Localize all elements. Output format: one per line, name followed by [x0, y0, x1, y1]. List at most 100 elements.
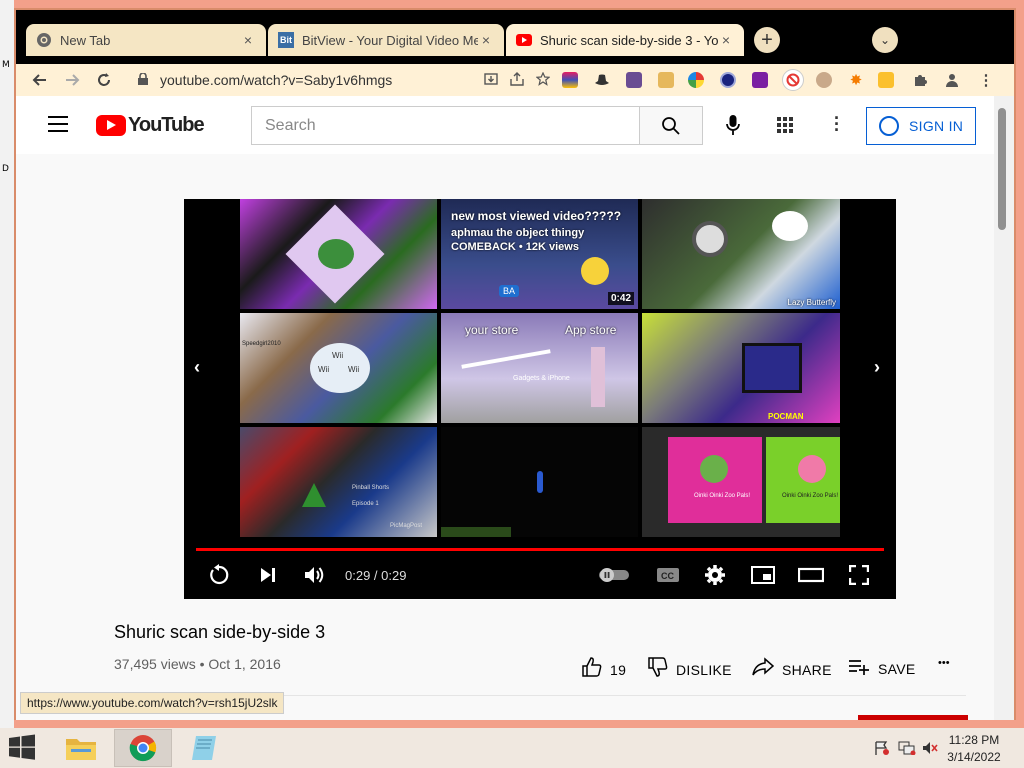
youtube-header: YouTube Search · · · SIGN IN	[16, 96, 994, 154]
fullscreen-icon[interactable]	[846, 562, 872, 588]
more-actions-button[interactable]: •••	[938, 657, 950, 669]
duration-badge: 0:42	[607, 292, 634, 305]
thumbnail-tile	[240, 199, 437, 309]
close-icon[interactable]: ×	[240, 32, 256, 48]
close-icon[interactable]: ×	[718, 32, 734, 48]
new-tab-button[interactable]: +	[754, 27, 780, 53]
chrome-taskbar-icon[interactable]	[114, 729, 172, 767]
extension-icon-1[interactable]	[562, 72, 578, 88]
progress-bar[interactable]	[196, 548, 884, 551]
miniplayer-icon[interactable]	[750, 562, 776, 588]
tab-new-tab[interactable]: New Tab ×	[26, 24, 266, 56]
tile-text: new most viewed video?????	[451, 209, 622, 223]
share-icon[interactable]	[510, 71, 524, 89]
puzzle-extensions-icon[interactable]	[912, 72, 928, 88]
like-button[interactable]: 19	[582, 657, 626, 682]
notepad-icon[interactable]	[176, 729, 234, 767]
save-button[interactable]: SAVE	[848, 657, 916, 680]
desktop-icon-label: M	[2, 60, 10, 70]
dog-extension-icon[interactable]	[816, 72, 832, 88]
search-icon	[662, 116, 680, 135]
video-player[interactable]: new most viewed video????? aphmau the ob…	[184, 199, 896, 599]
svg-text:CC: CC	[661, 571, 674, 581]
browser-toolbar: youtube.com/watch?v=Saby1v6hmgs ✸ ⋮	[16, 64, 1014, 96]
browser-menu-icon[interactable]: ⋮	[978, 72, 994, 89]
install-icon[interactable]	[484, 72, 498, 89]
tab-strip: New Tab × Bit BitView - Your Digital Vid…	[16, 10, 1014, 64]
tab-title: BitView - Your Digital Video Megaplex	[302, 32, 478, 48]
share-button[interactable]: SHARE	[752, 657, 832, 682]
microphone-icon[interactable]	[722, 112, 744, 138]
creature-extension-icon[interactable]	[626, 72, 642, 88]
subscribe-button-peek[interactable]	[858, 715, 968, 720]
time-display: 0:29 / 0:29	[345, 568, 407, 583]
captions-icon[interactable]: CC	[654, 562, 682, 588]
scrollbar-thumb[interactable]	[998, 108, 1006, 230]
thumbnail-tile: Oinki Oinki Zoo Pals! Oinki Oinki Zoo Pa…	[642, 427, 840, 537]
next-video-icon[interactable]	[256, 562, 280, 588]
view-count-date: 37,495 views • Oct 1, 2016	[114, 656, 281, 672]
video-title: Shuric scan side-by-side 3	[114, 622, 326, 642]
tab-youtube[interactable]: Shuric scan side-by-side 3 - YouTube ×	[506, 24, 744, 56]
profile-icon[interactable]	[944, 72, 960, 88]
thumbnail-tile: new most viewed video????? aphmau the ob…	[441, 199, 638, 309]
forward-icon[interactable]	[60, 68, 84, 92]
account-icon	[879, 116, 899, 136]
thumbs-down-icon	[648, 657, 668, 682]
reload-icon[interactable]	[92, 68, 116, 92]
next-icon[interactable]: ›	[874, 357, 880, 378]
globe-extension-icon[interactable]	[720, 72, 736, 88]
volume-icon[interactable]	[302, 562, 328, 588]
lock-icon	[138, 71, 152, 88]
theater-mode-icon[interactable]	[796, 562, 826, 588]
browser-window: New Tab × Bit BitView - Your Digital Vid…	[14, 8, 1016, 720]
block-extension-icon[interactable]	[782, 69, 804, 91]
doge-extension-icon[interactable]	[658, 72, 674, 88]
page-scrollbar[interactable]	[994, 96, 1014, 720]
tile-text: Lazy Butterfly	[787, 298, 836, 307]
system-clock[interactable]: 11:28 PM 3/14/2022	[934, 732, 1014, 766]
start-windows-icon[interactable]	[8, 734, 38, 762]
clock-time: 11:28 PM	[948, 733, 1000, 747]
taskbar: 11:28 PM 3/14/2022	[0, 728, 1024, 768]
back-icon[interactable]	[28, 68, 52, 92]
settings-more-icon[interactable]: · · ·	[834, 109, 840, 139]
youtube-page: YouTube Search · · · SIGN IN new most vi…	[16, 96, 1014, 720]
apps-grid-icon[interactable]	[777, 117, 793, 133]
tab-bitview[interactable]: Bit BitView - Your Digital Video Megaple…	[268, 24, 504, 56]
tile-text: Oinki Oinki Zoo Pals!	[694, 493, 751, 499]
tile-text: Oinki Oinki Zoo Pals!	[782, 493, 839, 499]
url-text[interactable]: youtube.com/watch?v=Saby1v6hmgs	[160, 72, 392, 88]
tab-search-button[interactable]: ⌄	[872, 27, 898, 53]
file-explorer-icon[interactable]	[52, 729, 110, 767]
network-icon[interactable]	[898, 741, 916, 758]
close-icon[interactable]: ×	[478, 32, 494, 48]
youtube-icon	[516, 32, 532, 48]
hat-extension-icon[interactable]	[594, 72, 610, 88]
dislike-button[interactable]: DISLIKE	[648, 657, 732, 682]
thumbnail-tile: POCMAN	[642, 313, 840, 423]
tile-text: Speedgirl2010	[242, 341, 281, 347]
tile-text: App store	[565, 323, 617, 337]
search-input[interactable]: Search	[251, 106, 640, 145]
search-button[interactable]	[639, 106, 703, 145]
settings-gear-icon[interactable]	[702, 562, 728, 588]
star-extension-icon[interactable]	[752, 72, 768, 88]
youtube-logo[interactable]: YouTube	[96, 114, 205, 137]
sun-extension-icon[interactable]: ✸	[848, 72, 864, 89]
thumbnail-tile: Pinball Shorts Episode 1 PicMagPost	[240, 427, 437, 537]
autoplay-toggle[interactable]	[596, 562, 632, 588]
bookmark-star-icon[interactable]	[535, 71, 551, 89]
address-bar[interactable]: youtube.com/watch?v=Saby1v6hmgs	[132, 67, 551, 93]
menu-icon[interactable]	[48, 116, 68, 132]
tab-title: Shuric scan side-by-side 3 - YouTube	[540, 32, 718, 48]
replay-icon[interactable]	[206, 562, 232, 588]
tile-text: Pinball Shorts	[352, 485, 390, 491]
save-label: SAVE	[878, 660, 916, 677]
colorwheel-extension-icon[interactable]	[688, 72, 704, 88]
sign-in-button[interactable]: SIGN IN	[866, 107, 976, 145]
flag-icon[interactable]	[874, 741, 890, 758]
previous-icon[interactable]: ‹	[194, 357, 200, 378]
character-extension-icon[interactable]	[878, 72, 894, 88]
tile-text: your store	[465, 323, 519, 337]
